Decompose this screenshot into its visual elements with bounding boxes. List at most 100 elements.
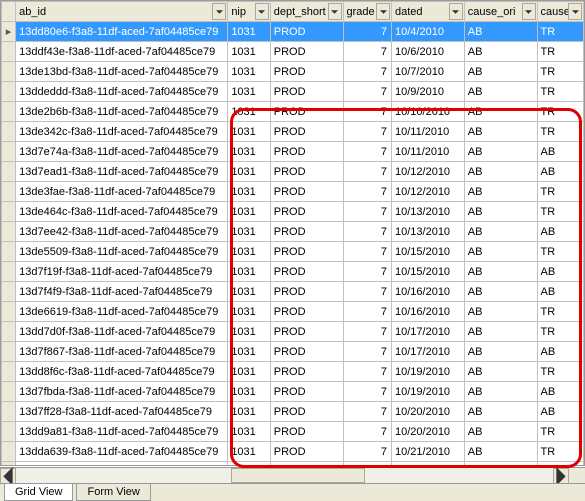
row-indicator[interactable]: ▸ [2, 22, 16, 42]
cell-dated[interactable]: 10/12/2010 [392, 182, 465, 202]
row-indicator[interactable] [2, 362, 16, 382]
cell-dept_short[interactable]: PROD [270, 22, 343, 42]
scroll-left-button[interactable] [0, 468, 16, 484]
cell-dept_short[interactable]: PROD [270, 302, 343, 322]
cell-ab_id[interactable]: 13d7fbda-f3a8-11df-aced-7af04485ce79 [16, 382, 228, 402]
cell-ab_id[interactable]: 13d7f867-f3a8-11df-aced-7af04485ce79 [16, 342, 228, 362]
cell-nip[interactable]: 1031 [228, 342, 270, 362]
cell-grade[interactable]: 7 [343, 162, 392, 182]
filter-dropdown-button[interactable] [255, 3, 269, 20]
cell-dated[interactable]: 10/11/2010 [392, 122, 465, 142]
row-indicator[interactable] [2, 242, 16, 262]
row-indicator[interactable] [2, 342, 16, 362]
filter-dropdown-button[interactable] [449, 3, 463, 20]
cell-cause[interactable]: TR [537, 422, 584, 442]
table-row[interactable]: 13d7e74a-f3a8-11df-aced-7af04485ce791031… [2, 142, 584, 162]
tab-grid-view[interactable]: Grid View [4, 484, 73, 501]
cell-dept_short[interactable]: PROD [270, 322, 343, 342]
cell-cause[interactable]: AB [537, 382, 584, 402]
cell-ab_id[interactable]: 13de2b6b-f3a8-11df-aced-7af04485ce79 [16, 102, 228, 122]
cell-dept_short[interactable]: PROD [270, 202, 343, 222]
row-indicator[interactable] [2, 322, 16, 342]
cell-dept_short[interactable]: PROD [270, 342, 343, 362]
table-row[interactable]: 13dda639-f3a8-11df-aced-7af04485ce791031… [2, 442, 584, 462]
cell-ab_id[interactable]: 13ddf43e-f3a8-11df-aced-7af04485ce79 [16, 42, 228, 62]
cell-grade[interactable]: 7 [343, 242, 392, 262]
cell-nip[interactable]: 1031 [228, 282, 270, 302]
cell-nip[interactable]: 1031 [228, 262, 270, 282]
cell-dept_short[interactable]: PROD [270, 462, 343, 467]
cell-nip[interactable]: 1031 [228, 222, 270, 242]
cell-dated[interactable]: 10/7/2010 [392, 62, 465, 82]
table-row[interactable]: 13de464c-f3a8-11df-aced-7af04485ce791031… [2, 202, 584, 222]
cell-dated[interactable]: 10/21/2010 [392, 442, 465, 462]
table-row[interactable]: 13de5509-f3a8-11df-aced-7af04485ce791031… [2, 242, 584, 262]
cell-dated[interactable]: 10/16/2010 [392, 302, 465, 322]
cell-nip[interactable]: 1031 [228, 202, 270, 222]
cell-grade[interactable]: 7 [343, 182, 392, 202]
cell-grade[interactable]: 7 [343, 42, 392, 62]
cell-nip[interactable]: 1031 [228, 162, 270, 182]
cell-ab_id[interactable]: 13de6619-f3a8-11df-aced-7af04485ce79 [16, 302, 228, 322]
cell-dated[interactable]: 10/17/2010 [392, 342, 465, 362]
cell-dated[interactable]: 10/15/2010 [392, 242, 465, 262]
cell-dept_short[interactable]: PROD [270, 142, 343, 162]
table-row[interactable]: 13de342c-f3a8-11df-aced-7af04485ce791031… [2, 122, 584, 142]
cell-cause[interactable]: TR [537, 102, 584, 122]
filter-dropdown-button[interactable] [328, 3, 342, 20]
cell-grade[interactable]: 7 [343, 142, 392, 162]
cell-cause[interactable]: TR [537, 62, 584, 82]
cell-nip[interactable]: 1031 [228, 42, 270, 62]
cell-dated[interactable]: 10/19/2010 [392, 382, 465, 402]
cell-cause_ori[interactable]: AB [464, 122, 537, 142]
cell-grade[interactable]: 7 [343, 322, 392, 342]
row-header-column[interactable] [2, 2, 16, 22]
cell-dept_short[interactable]: PROD [270, 262, 343, 282]
cell-ab_id[interactable]: 13de342c-f3a8-11df-aced-7af04485ce79 [16, 122, 228, 142]
cell-grade[interactable]: 7 [343, 402, 392, 422]
column-header-ab_id[interactable]: ab_id [16, 2, 228, 22]
tab-form-view[interactable]: Form View [76, 484, 150, 501]
cell-cause[interactable]: AB [537, 462, 584, 467]
table-row[interactable]: ▸13dd80e6-f3a8-11df-aced-7af04485ce79103… [2, 22, 584, 42]
cell-cause_ori[interactable]: AB [464, 162, 537, 182]
cell-dept_short[interactable]: PROD [270, 442, 343, 462]
row-indicator[interactable] [2, 42, 16, 62]
table-row[interactable]: 13d7ff28-f3a8-11df-aced-7af04485ce791031… [2, 402, 584, 422]
cell-ab_id[interactable]: 13dd9a81-f3a8-11df-aced-7af04485ce79 [16, 422, 228, 442]
cell-dept_short[interactable]: PROD [270, 362, 343, 382]
cell-cause[interactable]: AB [537, 222, 584, 242]
cell-grade[interactable]: 7 [343, 382, 392, 402]
cell-grade[interactable]: 7 [343, 342, 392, 362]
cell-cause[interactable]: TR [537, 22, 584, 42]
cell-dept_short[interactable]: PROD [270, 102, 343, 122]
table-row[interactable]: 13d7f867-f3a8-11df-aced-7af04485ce791031… [2, 342, 584, 362]
column-header-dated[interactable]: dated [392, 2, 465, 22]
row-indicator[interactable] [2, 202, 16, 222]
cell-cause[interactable]: TR [537, 362, 584, 382]
cell-dated[interactable]: 10/20/2010 [392, 402, 465, 422]
cell-dept_short[interactable]: PROD [270, 62, 343, 82]
cell-dept_short[interactable]: PROD [270, 282, 343, 302]
column-header-cause[interactable]: cause [537, 2, 584, 22]
cell-cause_ori[interactable]: AB [464, 342, 537, 362]
cell-cause_ori[interactable]: AB [464, 22, 537, 42]
cell-cause_ori[interactable]: AB [464, 382, 537, 402]
table-row[interactable]: 13d7ead1-f3a8-11df-aced-7af04485ce791031… [2, 162, 584, 182]
cell-nip[interactable]: 1031 [228, 182, 270, 202]
cell-cause_ori[interactable]: AB [464, 402, 537, 422]
cell-dept_short[interactable]: PROD [270, 382, 343, 402]
cell-cause_ori[interactable]: AB [464, 42, 537, 62]
cell-dated[interactable]: 10/16/2010 [392, 282, 465, 302]
cell-nip[interactable]: 1031 [228, 382, 270, 402]
cell-ab_id[interactable]: 13dd7d0f-f3a8-11df-aced-7af04485ce79 [16, 322, 228, 342]
row-indicator[interactable] [2, 382, 16, 402]
cell-nip[interactable]: 1031 [228, 322, 270, 342]
row-indicator[interactable] [2, 402, 16, 422]
cell-cause[interactable]: TR [537, 122, 584, 142]
cell-cause_ori[interactable]: AB [464, 62, 537, 82]
cell-nip[interactable]: 1031 [228, 82, 270, 102]
cell-nip[interactable]: 1031 [228, 22, 270, 42]
cell-cause_ori[interactable]: AB [464, 202, 537, 222]
cell-dated[interactable]: 10/11/2010 [392, 142, 465, 162]
